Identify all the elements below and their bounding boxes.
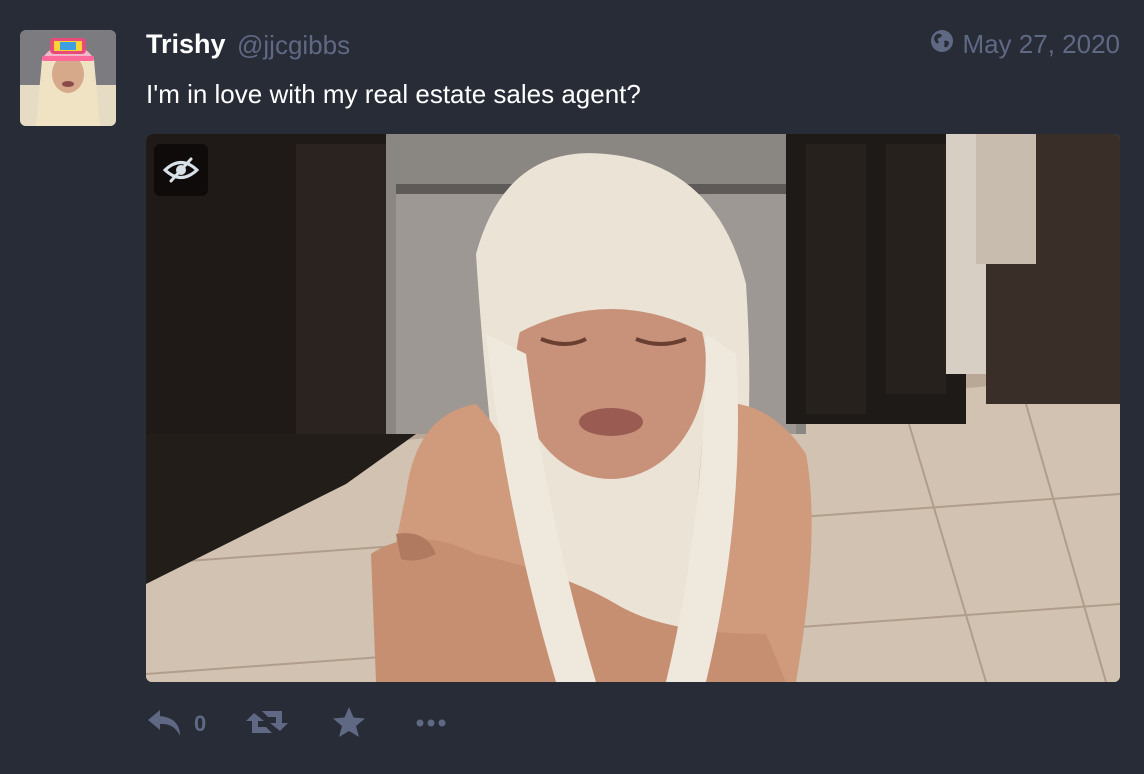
ellipsis-icon — [416, 715, 446, 733]
hide-media-button[interactable] — [154, 144, 208, 196]
media-image — [146, 134, 1120, 682]
timestamp[interactable]: May 27, 2020 — [930, 28, 1120, 60]
reply-button[interactable]: 0 — [146, 706, 246, 743]
media-attachment[interactable] — [146, 134, 1120, 682]
boost-button[interactable] — [246, 707, 332, 742]
reply-icon — [146, 706, 184, 743]
reply-count: 0 — [194, 711, 207, 736]
status-content: I'm in love with my real estate sales ag… — [146, 79, 641, 109]
favourite-button[interactable] — [332, 706, 416, 743]
status-header: Trishy @jjcgibbs May 27, 2020 — [146, 28, 1120, 61]
account-handle[interactable]: @jjcgibbs — [237, 29, 350, 61]
avatar[interactable] — [20, 30, 116, 126]
more-options-button[interactable] — [416, 715, 446, 733]
star-icon — [332, 706, 366, 743]
status-action-bar: 0 — [146, 700, 446, 748]
status-card: Trishy @jjcgibbs May 27, 2020 I'm in lov… — [0, 0, 1144, 774]
display-name[interactable]: Trishy — [146, 28, 226, 60]
globe-icon — [930, 29, 954, 60]
status-date: May 27, 2020 — [962, 28, 1120, 59]
retweet-icon — [246, 707, 288, 742]
eye-slash-icon — [163, 157, 199, 183]
